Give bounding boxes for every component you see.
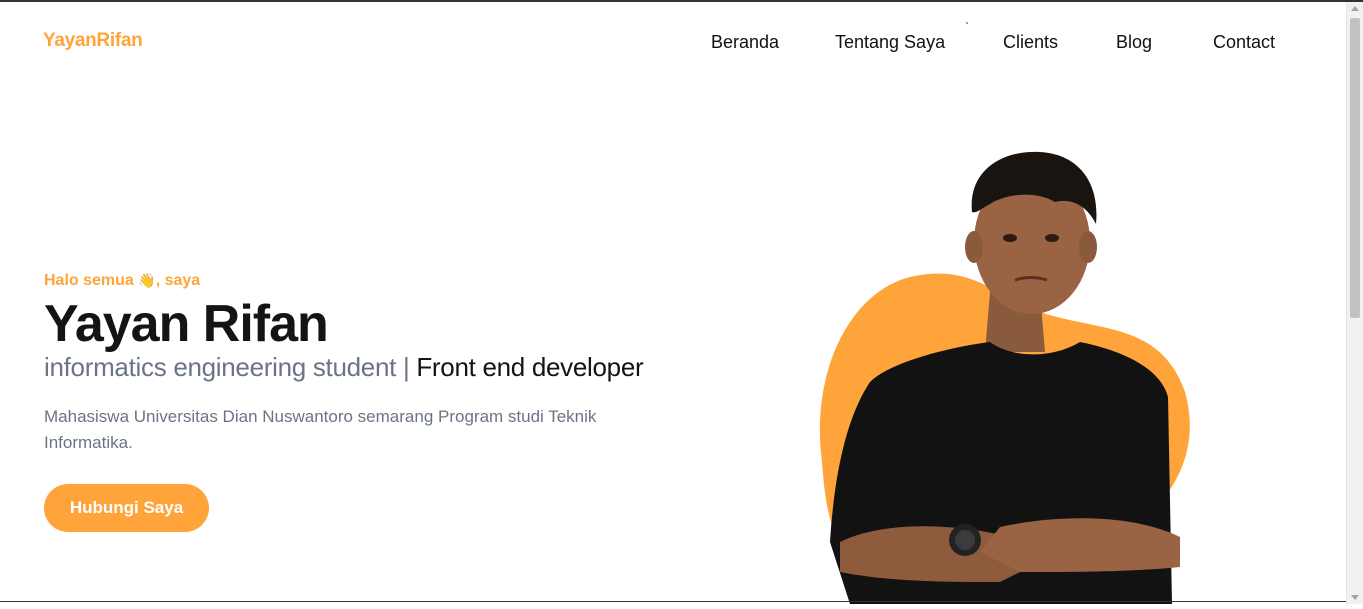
nav-item-beranda[interactable]: Beranda (711, 32, 779, 53)
eye-left (1003, 234, 1017, 242)
hero-name: Yayan Rifan (44, 295, 329, 353)
ear-left (965, 231, 983, 263)
ear-right (1079, 231, 1097, 263)
greeting-text: Halo semua (44, 272, 139, 289)
profile-photo-icon (819, 151, 1190, 604)
nav-item-tentang-saya[interactable]: Tentang Saya (835, 32, 945, 53)
role-secondary: Front end developer (416, 352, 644, 382)
profile-photo (800, 142, 1220, 604)
role-separator: | (396, 352, 417, 382)
scroll-down-arrow-icon[interactable] (1351, 595, 1359, 600)
stray-mark: ` (965, 20, 969, 34)
arm-right (980, 518, 1180, 572)
nav-item-contact[interactable]: Contact (1213, 32, 1275, 53)
scroll-up-arrow-icon[interactable] (1351, 6, 1359, 11)
nav-item-clients[interactable]: Clients (1003, 32, 1058, 53)
scroll-thumb[interactable] (1350, 18, 1360, 318)
scrollbar[interactable] (1346, 2, 1363, 604)
eye-right (1045, 234, 1059, 242)
greeting: Halo semua 👋, saya (44, 272, 200, 290)
wave-icon: 👋 (138, 272, 156, 288)
nav-item-blog[interactable]: Blog (1116, 32, 1152, 53)
role-primary: informatics engineering student (44, 352, 397, 382)
logo[interactable]: YayanRifan (43, 30, 143, 52)
hero-role: informatics engineering student | Front … (44, 352, 644, 383)
navbar: YayanRifan Beranda Tentang Saya ` Client… (0, 2, 1346, 82)
hero-description: Mahasiswa Universitas Dian Nuswantoro se… (44, 407, 597, 452)
greeting-suffix: , saya (155, 272, 201, 289)
watch-face (955, 530, 975, 550)
contact-button[interactable]: Hubungi Saya (44, 484, 209, 532)
